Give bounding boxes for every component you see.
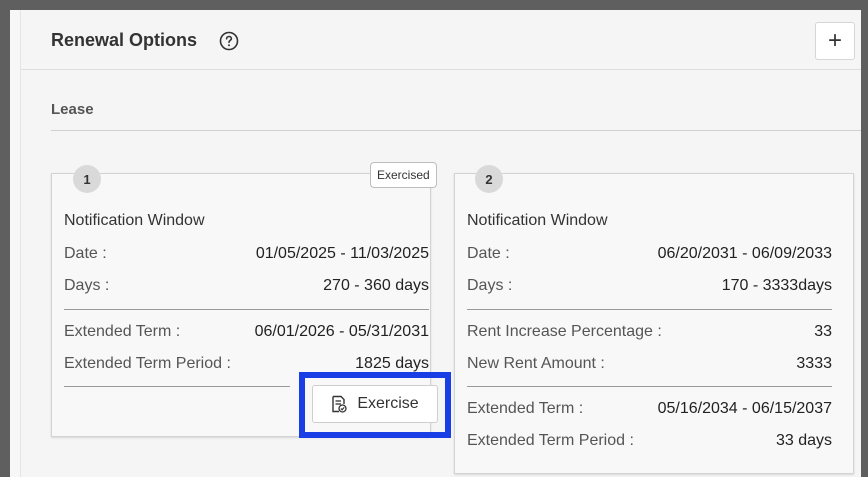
- extended-term-period-row: Extended Term Period : 1825 days: [64, 355, 429, 373]
- date-value: 01/05/2025 - 11/03/2025: [255, 245, 429, 262]
- extended-term-period-label: Extended Term Period :: [64, 355, 231, 372]
- page-title: Renewal Options: [51, 30, 198, 50]
- exercise-button[interactable]: Exercise: [312, 385, 438, 423]
- extended-term-label: Extended Term :: [64, 323, 181, 340]
- extended-term-value: 05/16/2034 - 06/15/2037: [657, 400, 832, 417]
- option-number-badge-1: 1: [73, 165, 101, 193]
- rent-increase-value: 33: [814, 323, 832, 340]
- section-divider: [51, 130, 861, 131]
- card-divider: [64, 309, 429, 310]
- days-row: Days : 170 - 3333days: [467, 277, 832, 295]
- extended-term-period-value: 1825 days: [355, 355, 429, 372]
- date-label: Date :: [467, 245, 510, 262]
- days-value: 170 - 3333days: [721, 277, 832, 294]
- help-circle-icon[interactable]: [219, 31, 239, 51]
- card-divider: [467, 386, 832, 387]
- panel-header: Renewal Options +: [21, 10, 861, 70]
- renewal-options-panel: Renewal Options + Lease Notification Win…: [10, 10, 861, 477]
- status-badge-exercised: Exercised: [370, 162, 437, 188]
- extended-term-period-label: Extended Term Period :: [467, 432, 634, 449]
- card-divider: [64, 386, 290, 387]
- add-renewal-option-button[interactable]: +: [815, 22, 855, 60]
- extended-term-value: 06/01/2026 - 05/31/2031: [254, 323, 429, 340]
- panel-content: Renewal Options + Lease Notification Win…: [20, 10, 861, 477]
- days-row: Days : 270 - 360 days: [64, 277, 429, 295]
- new-rent-value: 3333: [796, 355, 832, 372]
- days-value: 270 - 360 days: [323, 277, 429, 294]
- rent-increase-row: Rent Increase Percentage : 33: [467, 323, 832, 341]
- card-title: Notification Window: [64, 212, 205, 229]
- extended-term-period-row: Extended Term Period : 33 days: [467, 432, 832, 450]
- date-value: 06/20/2031 - 06/09/2033: [657, 245, 832, 262]
- new-rent-label: New Rent Amount :: [467, 355, 605, 372]
- date-row: Date : 06/20/2031 - 06/09/2033: [467, 245, 832, 263]
- days-label: Days :: [64, 277, 110, 294]
- renewal-option-card-2: Notification Window Date : 06/20/2031 - …: [454, 173, 854, 474]
- rent-increase-label: Rent Increase Percentage :: [467, 323, 662, 340]
- section-label-lease: Lease: [51, 101, 94, 118]
- exercise-button-label: Exercise: [357, 395, 419, 412]
- date-row: Date : 01/05/2025 - 11/03/2025: [64, 245, 429, 263]
- new-rent-row: New Rent Amount : 3333: [467, 355, 832, 373]
- extended-term-label: Extended Term :: [467, 400, 584, 417]
- card-divider: [467, 309, 832, 310]
- days-label: Days :: [467, 277, 513, 294]
- extended-term-row: Extended Term : 05/16/2034 - 06/15/2037: [467, 400, 832, 418]
- document-check-icon: [332, 395, 347, 413]
- card-title: Notification Window: [467, 212, 608, 229]
- option-number-badge-2: 2: [475, 165, 503, 193]
- date-label: Date :: [64, 245, 107, 262]
- extended-term-period-value: 33 days: [775, 432, 832, 449]
- extended-term-row: Extended Term : 06/01/2026 - 05/31/2031: [64, 323, 429, 341]
